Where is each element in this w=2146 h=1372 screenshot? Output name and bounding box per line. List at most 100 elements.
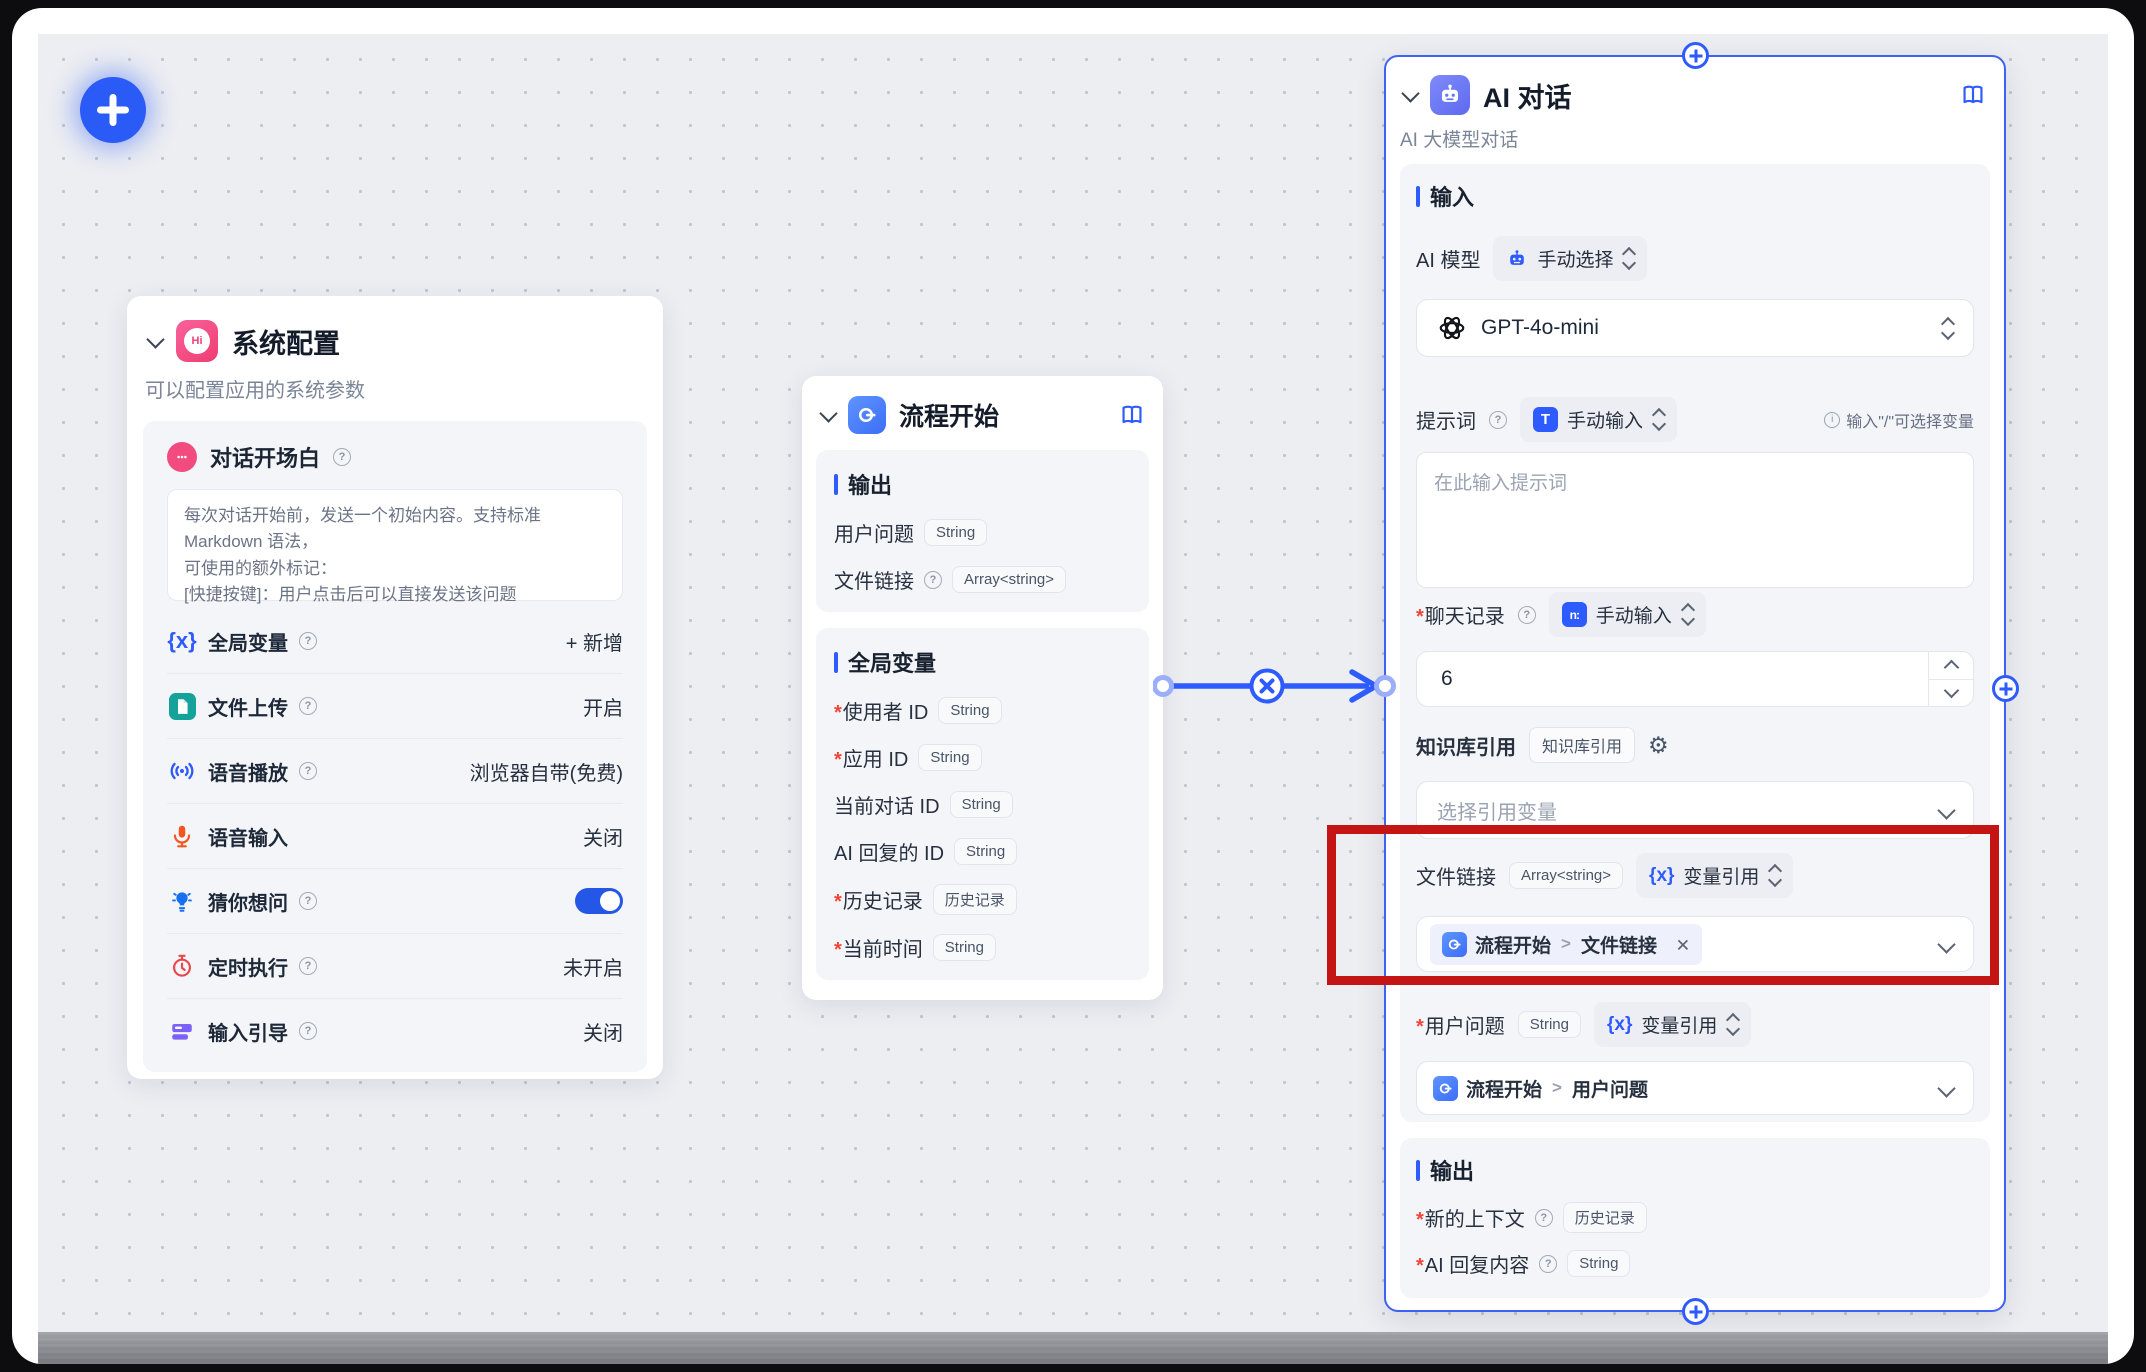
user-question-mode-pill[interactable]: 变量引用 [1594,1002,1751,1047]
setting-row-input-guide[interactable]: 输入引导 关闭 [167,998,623,1063]
file-link-select[interactable]: 流程开始 > 文件链接 [1416,916,1974,972]
opening-line: 可使用的额外标记： [184,556,606,582]
kb-reference-select[interactable]: 选择引用变量 [1416,781,1974,839]
help-icon[interactable] [1518,606,1536,624]
sort-chevrons-icon [1683,605,1693,624]
book-icon[interactable] [1119,402,1145,428]
model-mode-pill[interactable]: 手动选择 [1493,236,1647,281]
hi-bubble-icon: Hi [184,328,210,354]
input-guide-icon [167,1018,197,1044]
step-down-button[interactable] [1929,679,1973,707]
history-mode-pill[interactable]: 手动输入 [1549,592,1706,637]
model-select[interactable]: GPT-4o-mini [1416,299,1974,357]
help-icon[interactable] [299,1022,317,1040]
node-title: 流程开始 [899,397,999,433]
prompt-placeholder: 在此输入提示词 [1434,473,1567,494]
help-icon[interactable] [1489,411,1507,429]
help-icon[interactable] [299,632,317,650]
type-badge: String [1518,1011,1581,1038]
connection-edge [1153,651,1403,721]
node-ai-chat[interactable]: AI 对话 AI 大模型对话 输入 AI 模型 [1384,55,2006,1312]
global-var-row: 应用 ID String [834,743,1131,772]
step-up-button[interactable] [1929,652,1973,679]
collapse-chevron-icon[interactable] [1401,84,1419,102]
system-config-app-icon: Hi [176,320,218,362]
robot-mini-icon [1506,248,1528,270]
file-link-mode-pill[interactable]: 变量引用 [1636,853,1793,898]
source-port[interactable] [1155,678,1172,695]
history-count-input[interactable]: 6 [1416,651,1974,707]
flow-globals-panel: 全局变量 使用者 ID String 应用 ID String 当前对话 ID … [816,628,1149,980]
gear-icon[interactable]: ⚙ [1648,734,1669,757]
opening-line: 每次对话开始前，发送一个初始内容。支持标准 Markdown 语法， [184,503,606,556]
help-icon[interactable] [924,571,942,589]
prompt-mode-pill[interactable]: 手动输入 [1520,397,1677,442]
sort-chevrons-icon [1728,1015,1738,1034]
type-badge: String [924,519,987,546]
help-icon[interactable] [299,697,317,715]
setting-row-global-vars[interactable]: 全局变量 + 新增 [167,609,623,673]
prompt-hint: 输入"/"可选择变量 [1824,408,1974,432]
braces-x-icon [167,628,197,654]
sound-wave-icon [167,757,197,785]
node-system-config[interactable]: Hi 系统配置 可以配置应用的系统参数 对话开场白 每次对话开始前，发送一个初始… [127,296,663,1079]
help-icon[interactable] [299,957,317,975]
type-badge: String [918,744,981,771]
number-stepper [1928,652,1973,706]
sort-chevrons-icon [1624,249,1634,268]
opening-line: [快捷按键]：用户点击后可以直接发送该问题 [184,582,606,608]
user-question-label: 用户问题 [1416,1010,1505,1039]
file-link-label: 文件链接 [1416,861,1496,890]
remove-reference-icon[interactable] [1676,938,1689,951]
type-badge: String [950,791,1013,818]
type-badge: String [954,838,1017,865]
help-icon[interactable] [1539,1255,1557,1273]
target-port[interactable] [1377,678,1394,695]
braces-x-icon [1607,1014,1632,1036]
type-badge: 历史记录 [933,884,1017,915]
suggest-questions-toggle[interactable] [575,888,623,914]
workflow-canvas[interactable]: Hi 系统配置 可以配置应用的系统参数 对话开场白 每次对话开始前，发送一个初始… [38,34,2108,1332]
info-icon [1824,412,1840,428]
variable-reference-tag[interactable]: 流程开始 > 文件链接 [1430,924,1702,965]
add-node-bottom-handle[interactable] [1682,1298,1709,1325]
sort-chevrons-icon [1770,866,1780,885]
chat-dots-glyph [173,448,191,466]
setting-row-scheduled-run[interactable]: 定时执行 未开启 [167,933,623,998]
section-heading: 输入 [1416,180,1974,212]
type-badge: String [938,697,1001,724]
add-node-button[interactable] [80,77,146,143]
help-icon[interactable] [299,762,317,780]
section-heading: 输出 [1416,1154,1974,1186]
setting-row-voice-play[interactable]: 语音播放 浏览器自带(免费) [167,738,623,803]
power-glyph [855,403,879,427]
history-count-value: 6 [1441,667,1453,691]
global-var-row: 当前时间 String [834,933,1131,962]
flow-start-mini-icon [1433,1076,1458,1101]
setting-row-suggest-questions[interactable]: 猜你想问 [167,868,623,933]
kb-badge: 知识库引用 [1529,727,1635,763]
setting-row-file-upload[interactable]: 文件上传 开启 [167,673,623,738]
type-badge: Array<string> [952,566,1066,593]
help-icon[interactable] [1535,1209,1553,1227]
help-icon[interactable] [299,892,317,910]
openai-logo-icon [1437,313,1467,343]
chevron-down-icon [1937,1079,1955,1097]
global-var-row: 当前对话 ID String [834,790,1131,819]
user-question-select[interactable]: 流程开始 > 用户问题 [1416,1061,1974,1115]
global-var-row: 历史记录 历史记录 [834,884,1131,915]
help-icon[interactable] [333,448,351,466]
book-icon[interactable] [1960,82,1986,108]
collapse-chevron-icon[interactable] [819,404,837,422]
prompt-textarea[interactable]: 在此输入提示词 [1416,452,1974,588]
collapse-chevron-icon[interactable] [146,330,164,348]
add-node-right-handle[interactable] [1992,675,2019,702]
node-flow-start[interactable]: 流程开始 输出 用户问题 String 文件链接 Array<st [802,376,1163,1000]
opening-textarea[interactable]: 每次对话开始前，发送一个初始内容。支持标准 Markdown 语法， 可使用的额… [167,489,623,601]
setting-row-voice-input[interactable]: 语音输入 关闭 [167,803,623,868]
sort-chevrons-icon [1943,319,1953,338]
add-variable-button[interactable]: + 新增 [566,627,623,656]
global-var-row: 使用者 ID String [834,696,1131,725]
history-label: 聊天记录 [1416,600,1505,629]
add-node-top-handle[interactable] [1682,42,1709,69]
